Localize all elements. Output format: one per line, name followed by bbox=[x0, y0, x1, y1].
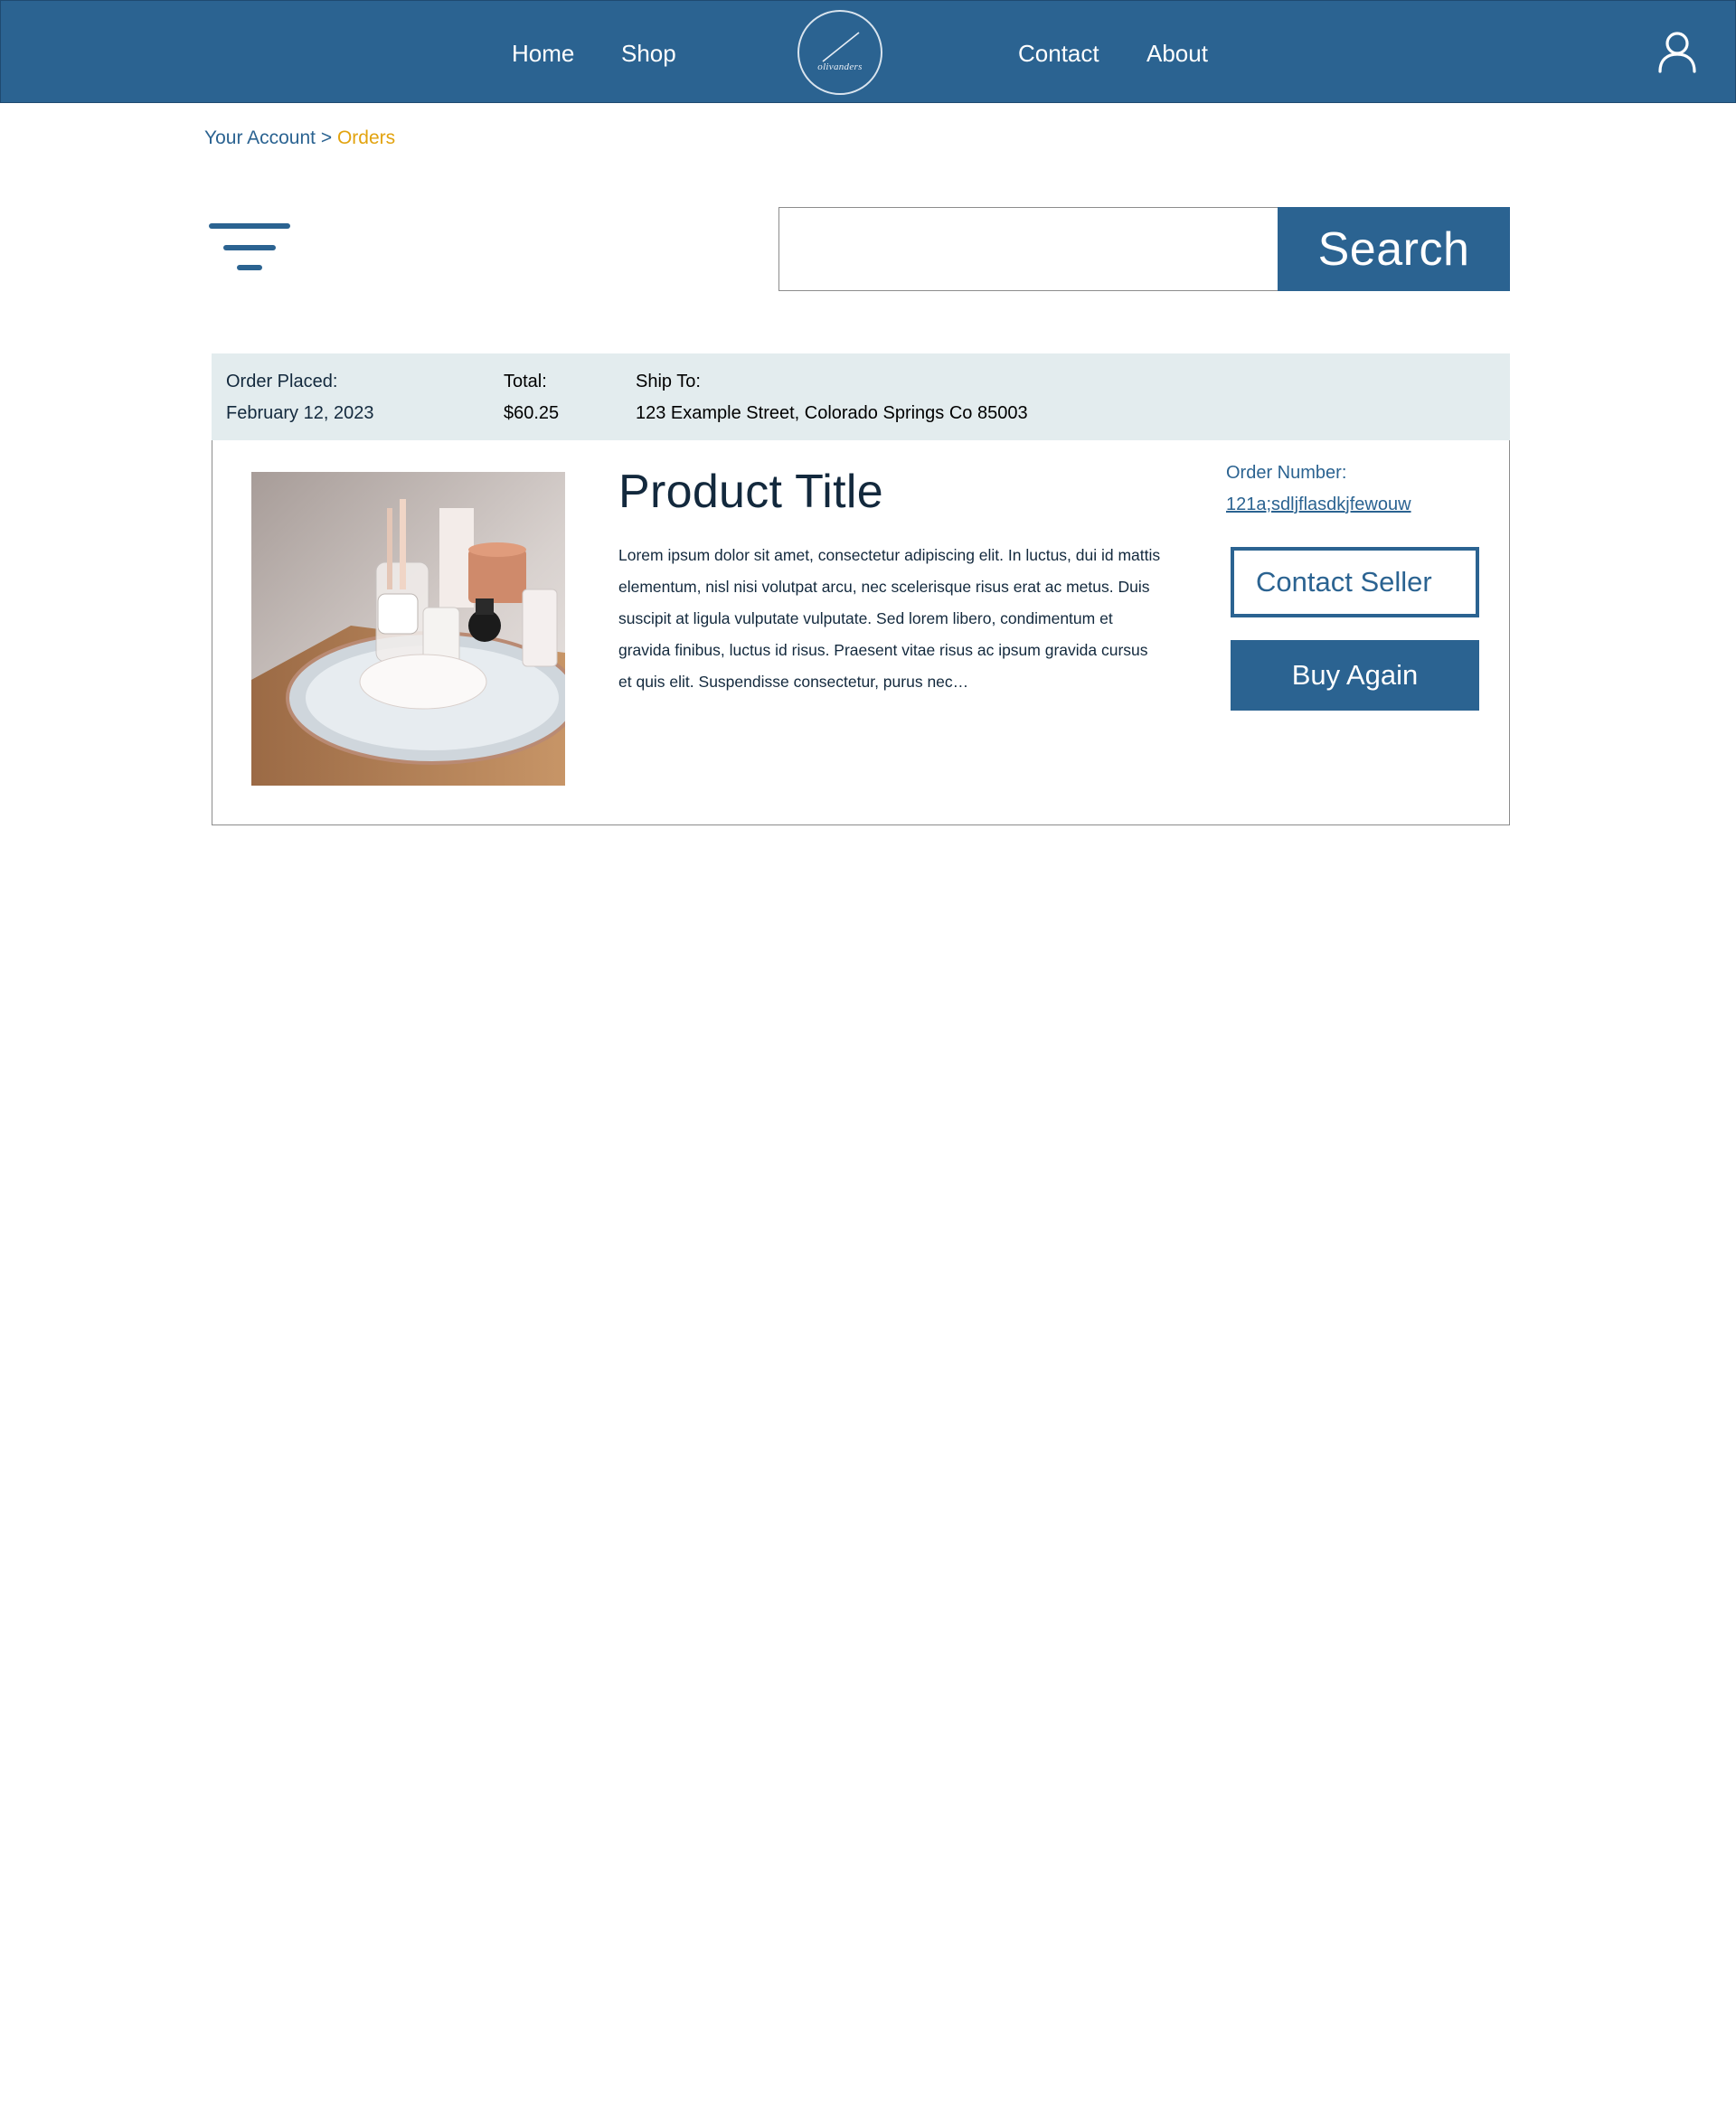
filter-icon[interactable] bbox=[208, 221, 291, 273]
brand-logo[interactable]: olivanders bbox=[797, 10, 882, 95]
order-total-label: Total: bbox=[504, 372, 547, 391]
ship-to-address: 123 Example Street, Colorado Springs Co … bbox=[636, 403, 1028, 423]
search-button[interactable]: Search bbox=[1278, 207, 1510, 291]
contact-seller-button[interactable]: Contact Seller bbox=[1231, 547, 1479, 617]
order-number-label: Order Number: bbox=[1226, 463, 1347, 483]
order-card: Product Title Lorem ipsum dolor sit amet… bbox=[212, 440, 1510, 825]
order-placed-date: February 12, 2023 bbox=[226, 403, 374, 423]
breadcrumb-orders: Orders bbox=[336, 127, 396, 148]
user-icon[interactable] bbox=[1657, 30, 1697, 73]
order-summary-strip: Order Placed: February 12, 2023 Total: $… bbox=[212, 353, 1510, 440]
logo-slash-mark bbox=[822, 32, 860, 62]
logo-wordmark: olivanders bbox=[817, 61, 863, 72]
breadcrumb: Your Account > Orders bbox=[204, 127, 395, 150]
ship-to-label: Ship To: bbox=[636, 372, 701, 391]
nav-shop-link[interactable]: Shop bbox=[621, 37, 676, 70]
breadcrumb-your-account[interactable]: Your Account bbox=[204, 127, 316, 148]
search-input[interactable] bbox=[778, 207, 1278, 291]
order-number-link[interactable]: 121a;sdljflasdkjfewouw bbox=[1226, 493, 1411, 516]
nav-home-link[interactable]: Home bbox=[512, 37, 574, 70]
order-total-value: $60.25 bbox=[504, 403, 560, 423]
product-description: Lorem ipsum dolor sit amet, consectetur … bbox=[618, 546, 1161, 691]
nav-about-link[interactable]: About bbox=[1146, 37, 1208, 70]
top-navigation-bar: Home Shop olivanders Contact About bbox=[0, 0, 1736, 103]
product-title[interactable]: Product Title bbox=[618, 462, 883, 522]
product-image[interactable] bbox=[251, 472, 565, 786]
buy-again-button[interactable]: Buy Again bbox=[1231, 640, 1479, 711]
breadcrumb-separator: > bbox=[320, 127, 333, 148]
nav-contact-link[interactable]: Contact bbox=[1018, 37, 1099, 70]
order-placed-label: Order Placed: bbox=[226, 372, 338, 391]
